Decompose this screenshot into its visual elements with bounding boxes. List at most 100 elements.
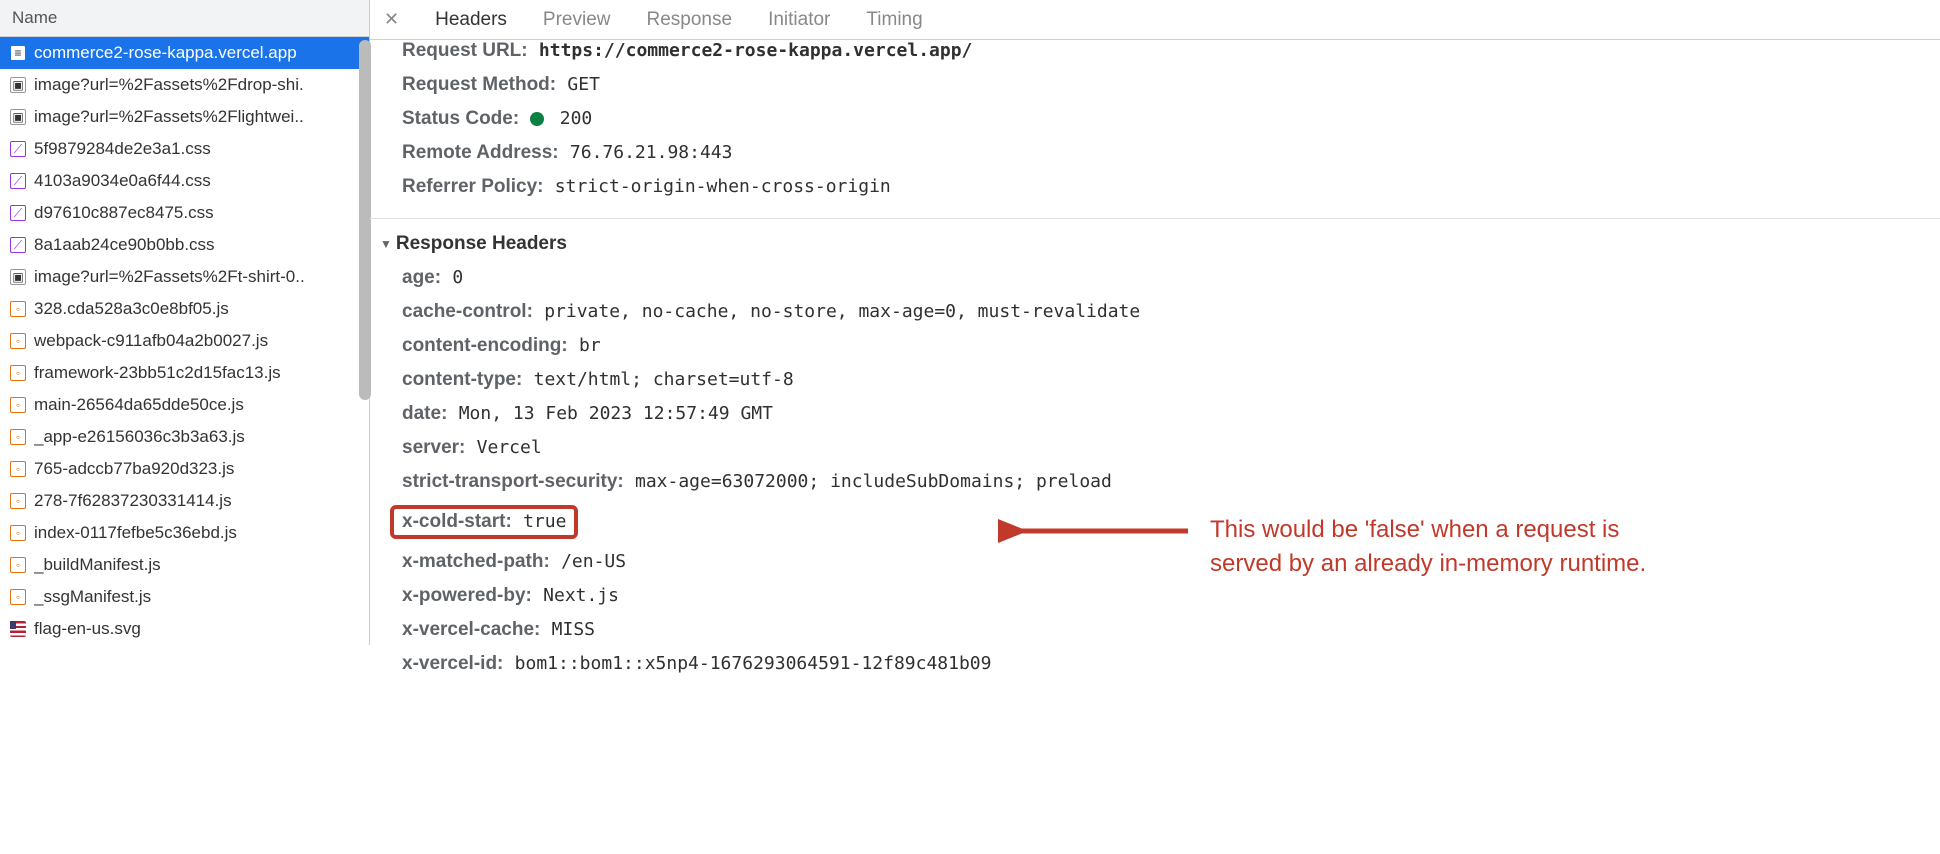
header-label: content-encoding: <box>402 335 568 356</box>
css-icon: ⟋ <box>10 237 26 253</box>
request-item[interactable]: ◦framework-23bb51c2d15fac13.js <box>0 357 369 389</box>
css-icon: ⟋ <box>10 205 26 221</box>
request-item[interactable]: ⟋4103a9034e0a6f44.css <box>0 165 369 197</box>
tab-headers[interactable]: Headers <box>431 0 511 40</box>
header-row: content-type: text/html; charset=utf-8 <box>402 363 1940 397</box>
header-value: Next.js <box>543 585 619 606</box>
js-icon: ◦ <box>10 461 26 477</box>
request-item-label: _buildManifest.js <box>34 555 161 575</box>
response-headers-toggle[interactable]: ▼ Response Headers <box>370 219 1940 261</box>
request-item[interactable]: ◦main-26564da65dde50ce.js <box>0 389 369 421</box>
tab-timing[interactable]: Timing <box>862 0 926 40</box>
details-panel: ✕ Headers Preview Response Initiator Tim… <box>370 0 1940 854</box>
request-item-label: image?url=%2Fassets%2Flightwei.. <box>34 107 304 127</box>
tab-initiator[interactable]: Initiator <box>764 0 834 40</box>
js-icon: ◦ <box>10 589 26 605</box>
header-value: MISS <box>552 619 595 640</box>
request-url-row: Request URL: https://commerce2-rose-kapp… <box>402 40 1940 68</box>
header-value: true <box>523 511 566 532</box>
tab-response[interactable]: Response <box>643 0 737 40</box>
header-row: x-powered-by: Next.js <box>402 579 1940 613</box>
request-item[interactable]: ◦ 328.cda528a3c0e8bf05.js <box>0 293 369 325</box>
request-item[interactable]: ◦ _buildManifest.js <box>0 549 369 581</box>
request-item[interactable]: ⟋8a1aab24ce90b0bb.css <box>0 229 369 261</box>
tab-preview[interactable]: Preview <box>539 0 615 40</box>
sidebar-column-header[interactable]: Name <box>0 0 369 37</box>
header-value: Mon, 13 Feb 2023 12:57:49 GMT <box>459 403 773 424</box>
header-label: x-vercel-cache: <box>402 619 540 640</box>
header-row: server: Vercel <box>402 431 1940 465</box>
request-item-label: 4103a9034e0a6f44.css <box>34 171 211 191</box>
request-item-label: index-0117fefbe5c36ebd.js <box>34 523 237 543</box>
remote-address-value: 76.76.21.98:443 <box>570 142 733 163</box>
header-label: x-vercel-id: <box>402 653 503 674</box>
request-method-label: Request Method: <box>402 74 556 95</box>
header-value: 0 <box>452 267 463 288</box>
status-code-label: Status Code: <box>402 108 519 129</box>
referrer-policy-label: Referrer Policy: <box>402 176 544 197</box>
referrer-policy-row: Referrer Policy: strict-origin-when-cros… <box>402 170 1940 204</box>
header-row: cache-control: private, no-cache, no-sto… <box>402 295 1940 329</box>
img-icon: ▣ <box>10 269 26 285</box>
header-value: br <box>579 335 601 356</box>
request-method-value: GET <box>567 74 600 95</box>
js-icon: ◦ <box>10 333 26 349</box>
request-url-value: https://commerce2-rose-kappa.vercel.app/ <box>539 40 972 61</box>
header-label: age: <box>402 267 441 288</box>
doc-icon: ≡ <box>10 45 26 61</box>
request-item[interactable]: ≡ commerce2-rose-kappa.vercel.app <box>0 37 369 69</box>
css-icon: ⟋ <box>10 141 26 157</box>
general-section: Request URL: https://commerce2-rose-kapp… <box>370 40 1940 219</box>
request-item-label: flag-en-us.svg <box>34 619 141 639</box>
network-request-sidebar: Name ≡commerce2-rose-kappa.vercel.app▣im… <box>0 0 370 645</box>
request-list[interactable]: ≡commerce2-rose-kappa.vercel.app▣image?u… <box>0 37 369 645</box>
header-row: x-vercel-id: bom1::bom1::x5np4-167629306… <box>402 647 1940 681</box>
detail-tabs: ✕ Headers Preview Response Initiator Tim… <box>370 0 1940 40</box>
status-code-row: Status Code: 200 <box>402 102 1940 136</box>
header-row: strict-transport-security: max-age=63072… <box>402 465 1940 499</box>
request-item[interactable]: ▣image?url=%2Fassets%2Fdrop-shi. <box>0 69 369 101</box>
img-icon: ▣ <box>10 77 26 93</box>
request-item[interactable]: ◦index-0117fefbe5c36ebd.js <box>0 517 369 549</box>
status-dot-icon <box>530 112 544 126</box>
request-item-label: commerce2-rose-kappa.vercel.app <box>34 43 297 63</box>
header-row: content-encoding: br <box>402 329 1940 363</box>
js-icon: ◦ <box>10 301 26 317</box>
status-code-value: 200 <box>560 108 593 129</box>
request-url-label: Request URL: <box>402 40 528 61</box>
request-item-label: main-26564da65dde50ce.js <box>34 395 244 415</box>
request-item[interactable]: ▣ image?url=%2Fassets%2Ft-shirt-0.. <box>0 261 369 293</box>
header-label: x-cold-start: <box>402 511 512 532</box>
request-item[interactable]: ◦ _ssgManifest.js <box>0 581 369 613</box>
js-icon: ◦ <box>10 493 26 509</box>
header-label: cache-control: <box>402 301 533 322</box>
request-item-label: d97610c887ec8475.css <box>34 203 214 223</box>
referrer-policy-value: strict-origin-when-cross-origin <box>555 176 891 197</box>
request-item[interactable]: ▣image?url=%2Fassets%2Flightwei.. <box>0 101 369 133</box>
request-item[interactable]: ⟋ d97610c887ec8475.css <box>0 197 369 229</box>
request-item-label: 328.cda528a3c0e8bf05.js <box>34 299 229 319</box>
request-item[interactable]: ◦_app-e26156036c3b3a63.js <box>0 421 369 453</box>
headers-content: Request URL: https://commerce2-rose-kapp… <box>370 40 1940 854</box>
request-item-label: 765-adccb77ba920d323.js <box>34 459 234 479</box>
request-item-label: webpack-c911afb04a2b0027.js <box>34 331 268 351</box>
request-item[interactable]: flag-en-us.svg <box>0 613 369 645</box>
header-row: age: 0 <box>402 261 1940 295</box>
header-value: max-age=63072000; includeSubDomains; pre… <box>635 471 1112 492</box>
request-item-label: _ssgManifest.js <box>34 587 151 607</box>
request-item[interactable]: ◦278-7f62837230331414.js <box>0 485 369 517</box>
close-icon[interactable]: ✕ <box>380 9 403 30</box>
request-item-label: image?url=%2Fassets%2Ft-shirt-0.. <box>34 267 305 287</box>
js-icon: ◦ <box>10 557 26 573</box>
header-value: bom1::bom1::x5np4-1676293064591-12f89c48… <box>515 653 992 674</box>
request-item[interactable]: ◦ 765-adccb77ba920d323.js <box>0 453 369 485</box>
header-label: x-matched-path: <box>402 551 550 572</box>
header-value: private, no-cache, no-store, max-age=0, … <box>544 301 1140 322</box>
request-item[interactable]: ⟋5f9879284de2e3a1.css <box>0 133 369 165</box>
triangle-down-icon: ▼ <box>380 237 392 251</box>
request-item[interactable]: ◦ webpack-c911afb04a2b0027.js <box>0 325 369 357</box>
remote-address-label: Remote Address: <box>402 142 559 163</box>
svg-flag-icon <box>10 621 26 637</box>
header-value: text/html; charset=utf-8 <box>534 369 794 390</box>
header-label: content-type: <box>402 369 522 390</box>
